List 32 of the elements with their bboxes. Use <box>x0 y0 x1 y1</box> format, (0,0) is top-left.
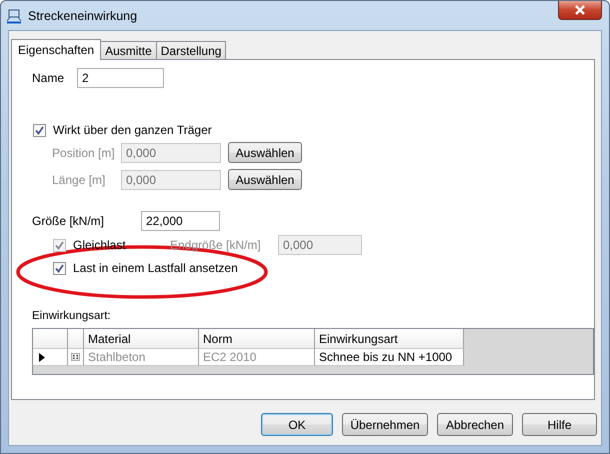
checkbox-label: Wirkt über den ganzen Träger <box>53 123 212 137</box>
close-icon <box>574 5 586 15</box>
table-cell: EC2 2010 <box>199 349 315 366</box>
field-label: Name <box>32 71 66 85</box>
dialog-button[interactable]: Abbrechen <box>437 413 513 436</box>
section-label: Einwirkungsart: <box>32 310 111 322</box>
close-button[interactable] <box>558 1 602 20</box>
magnitude-field[interactable]: 22,000 <box>141 211 220 231</box>
checkbox[interactable] <box>33 124 46 136</box>
checkbox[interactable] <box>53 262 66 274</box>
header-cell <box>33 329 68 349</box>
tab[interactable]: Darstellung <box>156 41 226 59</box>
field-label: Größe [kN/m] <box>32 214 106 228</box>
column-header: Material <box>84 329 199 349</box>
checkbox-label: Last in einem Lastfall ansetzen <box>73 261 238 275</box>
app-icon <box>6 8 22 24</box>
window-title: Streckeneinwirkung <box>28 8 138 22</box>
table-cell: Stahlbeton <box>84 349 199 366</box>
name-field[interactable]: 2 <box>77 68 164 88</box>
grid-dots-icon <box>71 353 80 361</box>
row-header[interactable] <box>33 349 68 366</box>
column-header: Einwirkungsart <box>315 329 464 349</box>
tab[interactable]: Ausmitte <box>100 41 157 59</box>
field-label: Position [m] <box>52 146 116 160</box>
dialog-button[interactable]: OK <box>261 413 333 436</box>
current-row-icon <box>39 352 45 362</box>
tab[interactable]: Eigenschaften <box>11 39 102 60</box>
column-header: Norm <box>199 329 315 349</box>
table-cell: Schnee bis zu NN +1000 <box>315 349 464 366</box>
field-label: Länge [m] <box>52 172 106 186</box>
dialog-button[interactable]: Übernehmen <box>342 413 428 436</box>
dialog-button[interactable]: Hilfe <box>522 413 597 436</box>
